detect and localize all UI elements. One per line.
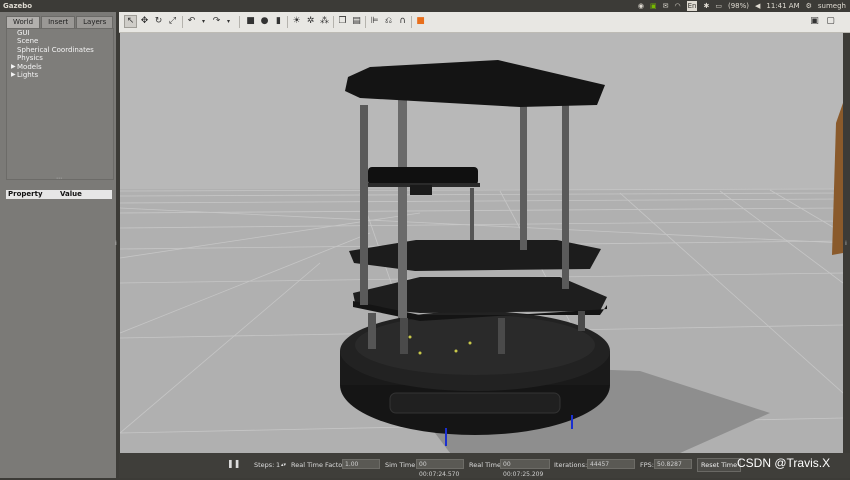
panel-splitter-handle[interactable]: ⋯ <box>56 175 62 182</box>
tree-item-gui[interactable]: GUI <box>7 29 113 37</box>
spot-light-icon[interactable]: ✲ <box>305 16 316 27</box>
tab-world[interactable]: World <box>6 16 41 28</box>
screenshot-icon[interactable]: ▣ <box>809 16 820 27</box>
cylinder-icon[interactable]: ▮ <box>273 16 284 27</box>
tree-item-physics[interactable]: Physics <box>7 54 113 62</box>
time-panel: ❚❚ Steps: 1 ▴▾ Real Time Factor: 1.00 Si… <box>119 453 850 478</box>
magnet-icon[interactable]: ∩ <box>397 16 408 27</box>
point-light-icon[interactable]: ☀ <box>291 16 302 27</box>
copy-icon[interactable]: ❐ <box>337 16 348 27</box>
battery-icon[interactable]: ▭ <box>715 1 722 11</box>
nvidia-icon[interactable]: ▣ <box>650 1 657 11</box>
watermark: CSDN @Travis.X <box>737 456 831 470</box>
rtf-label: Real Time Factor: <box>291 461 348 469</box>
sim-time-field: 00 00:07:24.570 <box>416 459 464 478</box>
left-panel: World Insert Layers GUI Scene Spherical … <box>0 12 116 478</box>
value-column-header: Value <box>60 190 82 198</box>
battery-percent: (98%) <box>727 2 749 10</box>
iterations-field: 44457 <box>587 459 635 469</box>
property-column-header: Property <box>8 190 43 198</box>
tree-item-label: GUI <box>17 29 30 37</box>
clock[interactable]: 11:41 AM <box>766 1 799 11</box>
tree-item-label: Models <box>17 62 42 71</box>
tree-item-lights[interactable]: ▶ Lights <box>7 71 113 79</box>
bluetooth-icon[interactable]: ✱ <box>703 1 709 11</box>
tree-item-label: Spherical Coordinates <box>17 45 94 54</box>
property-table-header: Property Value <box>6 190 112 199</box>
tree-item-models[interactable]: ▶ Models <box>7 63 113 71</box>
undo-history-icon[interactable]: ▾ <box>198 16 209 27</box>
redo-icon[interactable]: ↷ <box>211 16 222 27</box>
snap-icon[interactable]: ⎌ <box>383 16 394 27</box>
iterations-label: Iterations: <box>554 461 588 469</box>
record-icon[interactable]: ■ <box>415 16 426 27</box>
tab-insert[interactable]: Insert <box>41 16 76 28</box>
fps-field: 50.8287 <box>654 459 692 469</box>
reset-time-button[interactable]: Reset Time <box>697 458 742 472</box>
tree-item-label: Scene <box>17 37 39 46</box>
real-time-label: Real Time: <box>469 461 504 469</box>
undo-icon[interactable]: ↶ <box>186 16 197 27</box>
real-time-field: 00 00:07:25.209 <box>500 459 550 478</box>
box-icon[interactable]: ■ <box>245 16 256 27</box>
gazebo-tray-icon[interactable]: ◉ <box>638 1 644 11</box>
pause-icon[interactable]: ❚❚ <box>227 459 240 468</box>
align-icon[interactable]: ⊫ <box>369 16 380 27</box>
app-title: Gazebo <box>3 2 33 10</box>
mail-icon[interactable]: ✉ <box>663 1 669 11</box>
property-table-body <box>6 199 112 469</box>
tree-item-scene[interactable]: Scene <box>7 37 113 45</box>
expand-arrow-icon[interactable]: ▶ <box>11 63 16 71</box>
select-arrow-icon[interactable]: ↖ <box>124 15 137 28</box>
directional-light-icon[interactable]: ⁂ <box>319 16 330 27</box>
redo-history-icon[interactable]: ▾ <box>223 16 234 27</box>
translate-icon[interactable]: ✥ <box>139 16 150 27</box>
tree-item-spherical-coordinates[interactable]: Spherical Coordinates <box>7 46 113 54</box>
tab-layers[interactable]: Layers <box>76 16 114 28</box>
steps-value[interactable]: 1 <box>276 461 280 470</box>
toolbar: ↖ ✥ ↻ ⤢ ↶ ▾ ↷ ▾ ■ ● ▮ ☀ ✲ ⁂ ❐ ▤ ⊫ ⎌ ∩ ■ … <box>119 12 850 33</box>
system-tray: ◉ ▣ ✉ ◠ En ✱ ▭ (98%) ◀ 11:41 AM ⚙ sumegh <box>638 1 846 11</box>
fps-label: FPS: <box>640 461 654 469</box>
settings-gear-icon[interactable]: ⚙ <box>806 1 812 11</box>
scene-render <box>120 33 843 453</box>
wifi-icon[interactable]: ◠ <box>675 1 681 11</box>
volume-icon[interactable]: ◀ <box>755 1 760 11</box>
user-name[interactable]: sumegh <box>818 1 846 11</box>
system-top-bar: Gazebo ◉ ▣ ✉ ◠ En ✱ ▭ (98%) ◀ 11:41 AM ⚙… <box>0 0 850 12</box>
expand-arrow-icon[interactable]: ▶ <box>11 71 16 79</box>
tree-item-label: Lights <box>17 70 39 79</box>
rotate-icon[interactable]: ↻ <box>153 16 164 27</box>
steps-spinner-icon[interactable]: ▴▾ <box>281 461 286 470</box>
tree-item-label: Physics <box>17 54 43 63</box>
sim-time-label: Sim Time: <box>385 461 418 469</box>
left-panel-tabs: World Insert Layers <box>6 16 114 28</box>
world-tree: GUI Scene Spherical Coordinates Physics … <box>6 28 114 180</box>
rtf-field: 1.00 <box>342 459 380 469</box>
keyboard-layout-icon[interactable]: En <box>686 1 698 11</box>
steps-label: Steps: <box>254 461 275 469</box>
record-video-icon[interactable]: ▢ <box>825 16 836 27</box>
3d-viewport[interactable] <box>120 33 843 453</box>
sphere-icon[interactable]: ● <box>259 16 270 27</box>
scale-icon[interactable]: ⤢ <box>167 16 178 27</box>
left-panel-collapse-handle[interactable]: ⁞ <box>115 240 119 247</box>
right-panel-collapse-handle[interactable]: ⁞ <box>845 240 849 247</box>
paste-icon[interactable]: ▤ <box>351 16 362 27</box>
